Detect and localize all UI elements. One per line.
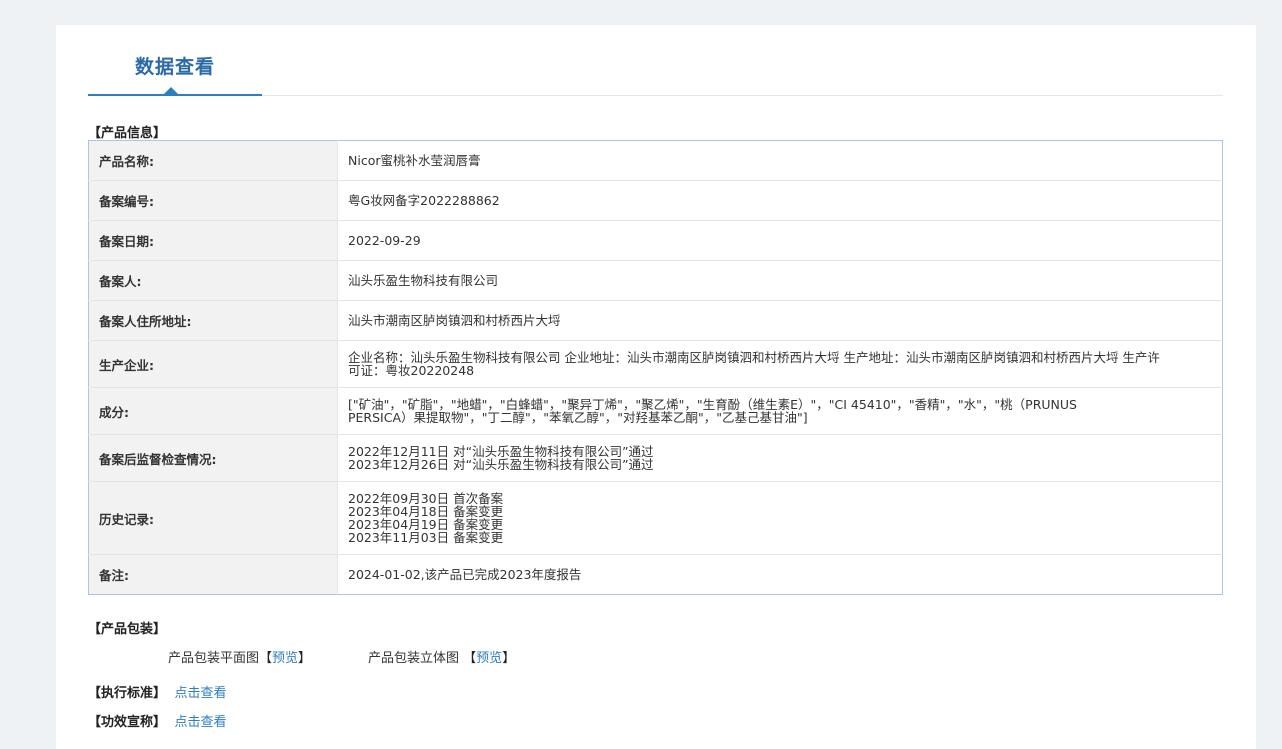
packaging-solid: 产品包装立体图 【预览】 — [368, 647, 515, 666]
packaging-flat-label: 产品包装平面图 — [168, 651, 260, 666]
table-row: 备案人住所地址: 汕头市潮南区胪岗镇泗和村桥西片大埒 — [88, 300, 1223, 341]
history-record: 2023年11月03日 备案变更 — [348, 530, 504, 545]
row-key: 生产企业: — [88, 340, 338, 388]
bracket-close: 】 — [298, 651, 312, 666]
table-row: 备案日期: 2022-09-29 — [88, 220, 1223, 261]
active-tab-caret-icon — [164, 87, 178, 94]
row-key: 备案人: — [88, 260, 338, 301]
content-card: 数据查看 【产品信息】 产品名称: Nicor蜜桃补水莹润唇膏 备案编号: 粤G… — [56, 25, 1256, 749]
row-key: 产品名称: — [88, 140, 338, 181]
section-title-standard: 【执行标准】 点击查看 — [88, 682, 227, 701]
row-key: 备案后监督检查情况: — [88, 434, 338, 482]
efficacy-title: 【功效宣称】 — [88, 715, 167, 730]
section-title-product-info: 【产品信息】 — [88, 126, 167, 141]
table-row: 备注: 2024-01-02,该产品已完成2023年度报告 — [88, 554, 1223, 595]
row-key: 历史记录: — [88, 481, 338, 555]
row-value: 2022年12月11日 对“汕头乐盈生物科技有限公司”通过 2023年12月26… — [337, 434, 1223, 482]
check-record: 2023年12月26日 对“汕头乐盈生物科技有限公司”通过 — [348, 457, 654, 472]
table-row: 成分: ["矿油"，"矿脂"，"地蜡"，"白蜂蜡"，"聚异丁烯"，"聚乙烯"，"… — [88, 387, 1223, 435]
row-value: 2022年09月30日 首次备案 2023年04月18日 备案变更 2023年0… — [337, 481, 1223, 555]
table-row: 备案人: 汕头乐盈生物科技有限公司 — [88, 260, 1223, 301]
row-key: 成分: — [88, 387, 338, 435]
row-key: 备案编号: — [88, 180, 338, 221]
table-row: 生产企业: 企业名称：汕头乐盈生物科技有限公司 企业地址：汕头市潮南区胪岗镇泗和… — [88, 340, 1223, 388]
standard-title: 【执行标准】 — [88, 686, 167, 701]
bracket-close: 】 — [502, 651, 516, 666]
preview-flat-link[interactable]: 预览 — [272, 651, 298, 666]
bracket-open: 【 — [463, 651, 477, 666]
row-value: 粤G妆网备字2022288862 — [337, 180, 1223, 221]
row-value: 企业名称：汕头乐盈生物科技有限公司 企业地址：汕头市潮南区胪岗镇泗和村桥西片大埒… — [337, 340, 1223, 388]
row-value: 汕头乐盈生物科技有限公司 — [337, 260, 1223, 301]
tab-label: 数据查看 — [134, 56, 215, 78]
table-row: 备案后监督检查情况: 2022年12月11日 对“汕头乐盈生物科技有限公司”通过… — [88, 434, 1223, 482]
row-key: 备案日期: — [88, 220, 338, 261]
row-value: 汕头市潮南区胪岗镇泗和村桥西片大埒 — [337, 300, 1223, 341]
packaging-solid-label: 产品包装立体图 — [368, 651, 460, 666]
section-title-efficacy: 【功效宣称】 点击查看 — [88, 711, 227, 730]
row-key: 备注: — [88, 554, 338, 595]
row-value: 2022-09-29 — [337, 220, 1223, 261]
tab-bar: 数据查看 — [88, 25, 1223, 96]
table-row: 备案编号: 粤G妆网备字2022288862 — [88, 180, 1223, 221]
packaging-flat: 产品包装平面图【预览】 — [168, 647, 311, 666]
efficacy-view-link[interactable]: 点击查看 — [175, 715, 227, 730]
preview-solid-link[interactable]: 预览 — [476, 651, 502, 666]
tab-data-view[interactable]: 数据查看 — [88, 25, 262, 96]
row-value: Nicor蜜桃补水莹润唇膏 — [337, 140, 1223, 181]
row-key: 备案人住所地址: — [88, 300, 338, 341]
product-info-table: 产品名称: Nicor蜜桃补水莹润唇膏 备案编号: 粤G妆网备字20222888… — [88, 140, 1223, 595]
row-value: 2024-01-02,该产品已完成2023年度报告 — [348, 567, 582, 582]
bracket-open: 【 — [259, 651, 273, 666]
row-value: ["矿油"，"矿脂"，"地蜡"，"白蜂蜡"，"聚异丁烯"，"聚乙烯"，"生育酚（… — [337, 387, 1223, 435]
section-title-packaging: 【产品包装】 — [88, 622, 167, 637]
standard-view-link[interactable]: 点击查看 — [175, 686, 227, 701]
table-row: 产品名称: Nicor蜜桃补水莹润唇膏 — [88, 140, 1223, 181]
table-row: 历史记录: 2022年09月30日 首次备案 2023年04月18日 备案变更 … — [88, 481, 1223, 555]
